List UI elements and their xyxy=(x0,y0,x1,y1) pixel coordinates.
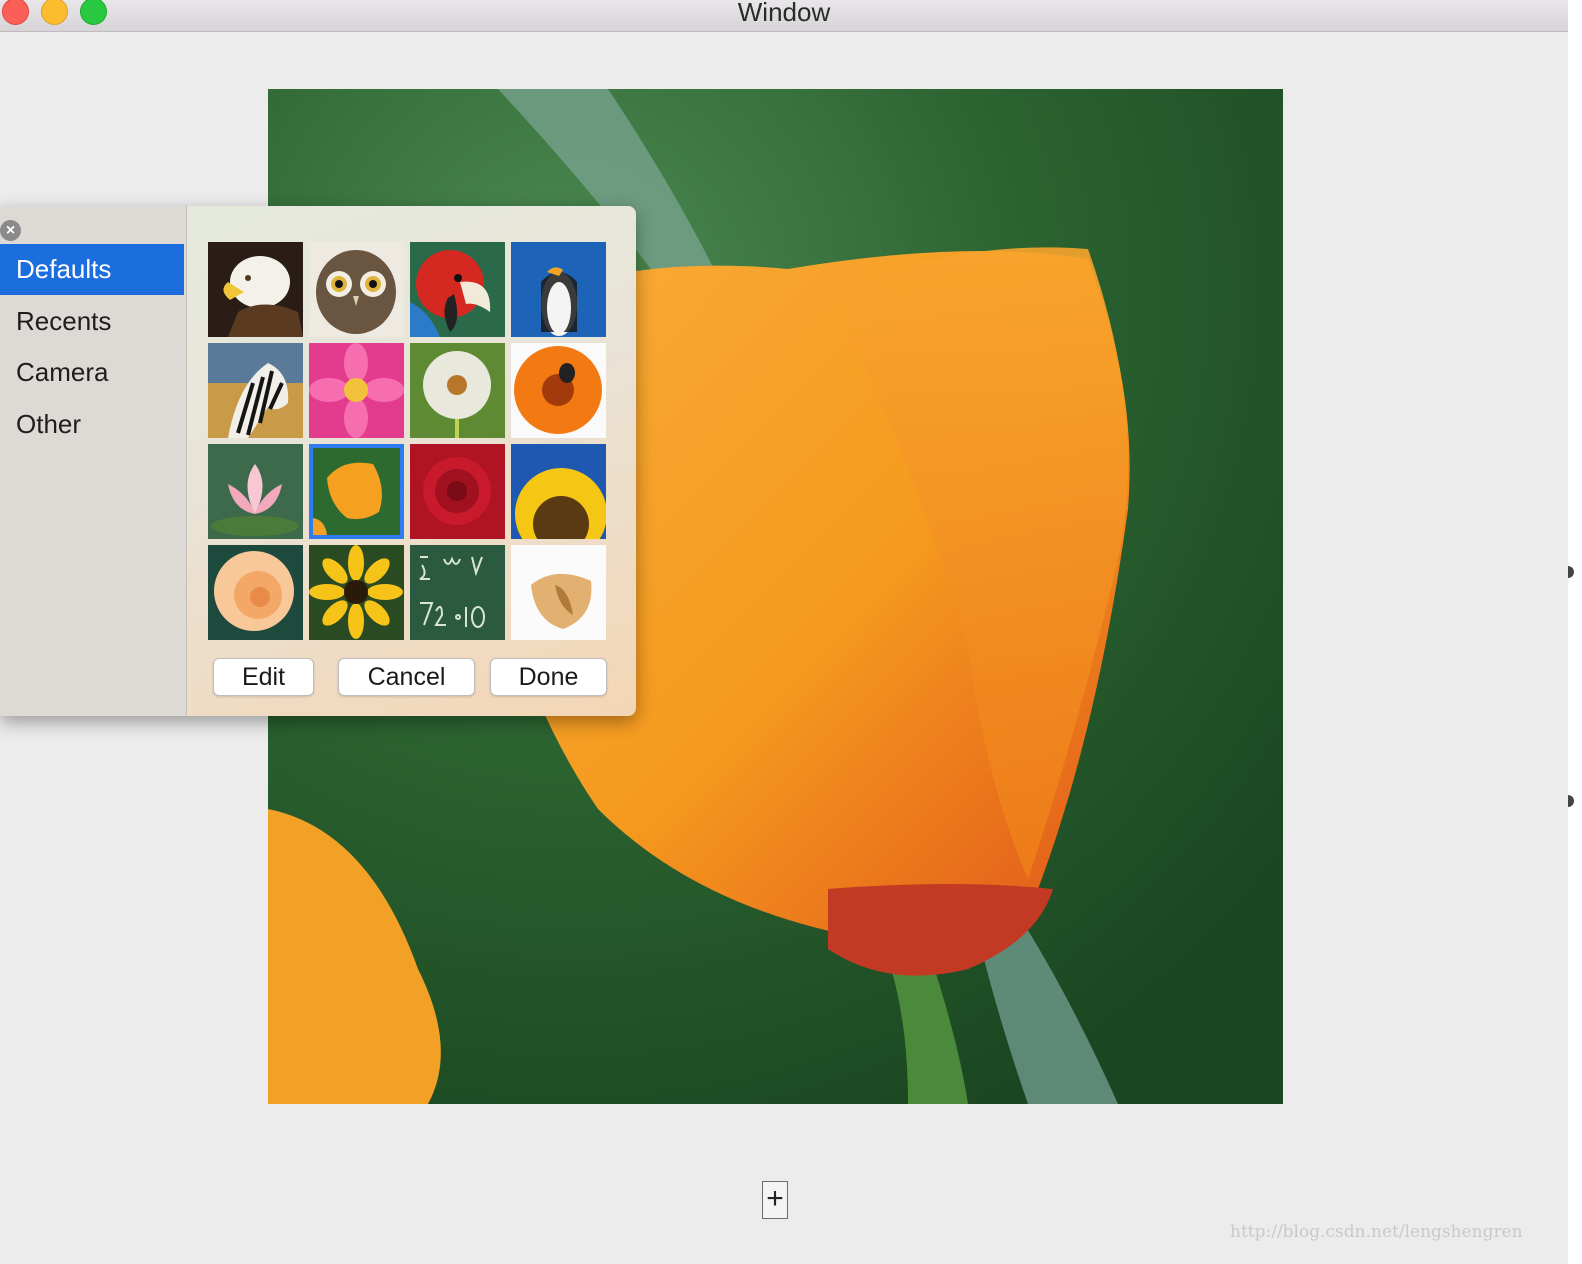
picture-tile-sunflower[interactable] xyxy=(511,444,606,539)
picture-grid xyxy=(208,242,608,640)
sidebar-item-camera[interactable]: Camera xyxy=(0,347,184,398)
picture-tile-red-rose[interactable] xyxy=(410,444,505,539)
picture-tile-owl[interactable] xyxy=(309,242,404,337)
window-right-edge xyxy=(1568,0,1582,1264)
picture-tile-penguin[interactable] xyxy=(511,242,606,337)
sidebar-item-defaults[interactable]: Defaults xyxy=(0,244,184,295)
picture-tile-lotus[interactable] xyxy=(208,444,303,539)
window-title: Window xyxy=(737,0,831,27)
picture-tile-black-eyed-susan[interactable] xyxy=(309,545,404,640)
watermark-text: http://blog.csdn.net/lengshengren xyxy=(1230,1222,1523,1242)
picture-tile-poppy[interactable] xyxy=(309,444,404,539)
image-picker-popover: × Defaults Recents Camera Other Edit Can… xyxy=(0,206,636,716)
app-window: Window × Defaults Recents Camera Other E… xyxy=(0,0,1568,1264)
sidebar-item-other[interactable]: Other xyxy=(0,399,184,450)
close-icon[interactable]: × xyxy=(0,220,21,241)
picture-tile-eagle[interactable] xyxy=(208,242,303,337)
picker-sidebar: × Defaults Recents Camera Other xyxy=(0,206,187,716)
edge-mark xyxy=(1568,795,1574,807)
edge-mark xyxy=(1568,566,1574,578)
title-bar[interactable]: Window xyxy=(0,0,1568,32)
sidebar-item-recents[interactable]: Recents xyxy=(0,296,184,347)
picture-tile-peach-rose[interactable] xyxy=(208,545,303,640)
done-button[interactable]: Done xyxy=(490,658,607,696)
cancel-button[interactable]: Cancel xyxy=(338,658,475,696)
picture-tile-orange-gerbera[interactable] xyxy=(511,343,606,438)
edit-button[interactable]: Edit xyxy=(213,658,314,696)
picture-tile-zebra[interactable] xyxy=(208,343,303,438)
picture-tile-chalkboard[interactable] xyxy=(410,545,505,640)
picture-tile-dandelion[interactable] xyxy=(410,343,505,438)
picture-tile-parrot[interactable] xyxy=(410,242,505,337)
picture-tile-pink-dahlia[interactable] xyxy=(309,343,404,438)
picture-tile-fortune-cookie[interactable] xyxy=(511,545,606,640)
add-button[interactable]: + xyxy=(762,1181,788,1219)
